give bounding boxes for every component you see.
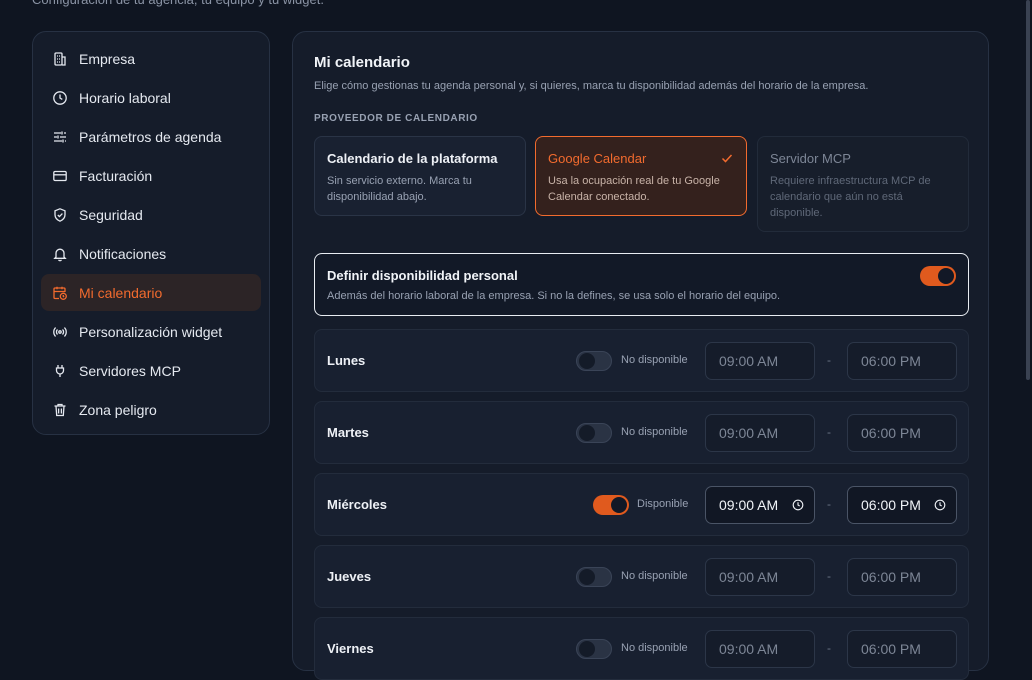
day-status: No disponible — [621, 354, 688, 366]
personal-availability-description: Además del horario laboral de la empresa… — [327, 290, 781, 302]
provider-section-label: PROVEEDOR DE CALENDARIO — [314, 113, 478, 124]
settings-sidebar: Empresa Horario laboral Parámetros de ag… — [32, 31, 270, 435]
day-toggle[interactable] — [576, 639, 612, 659]
clock-icon[interactable] — [792, 499, 804, 511]
trash-icon — [52, 402, 68, 418]
sidebar-item-servidores-mcp[interactable]: Servidores MCP — [41, 352, 261, 389]
time-separator: - — [827, 641, 831, 655]
sidebar-item-label: Personalización widget — [79, 323, 223, 340]
time-separator: - — [827, 425, 831, 439]
sidebar-item-mi-calendario[interactable]: Mi calendario — [41, 274, 261, 311]
check-icon — [721, 154, 733, 163]
day-row-miercoles: Miércoles Disponible 09:00 AM - 06:00 PM — [314, 473, 969, 536]
sidebar-item-zona-peligro[interactable]: Zona peligro — [41, 391, 261, 428]
calendar-settings-panel: Mi calendario Elige cómo gestionas tu ag… — [292, 31, 989, 680]
start-time-field[interactable]: 09:00 AM — [705, 558, 815, 596]
day-status: No disponible — [621, 642, 688, 654]
provider-description: Requiere infraestructura MCP de calendar… — [770, 175, 931, 219]
end-time-field[interactable]: 06:00 PM — [847, 630, 957, 668]
page-subtitle: Configuración de tu agencia, tu equipo y… — [32, 0, 324, 8]
credit-card-icon — [52, 168, 68, 184]
start-time-field[interactable]: 09:00 AM — [705, 414, 815, 452]
sidebar-item-label: Mi calendario — [79, 284, 163, 301]
plug-icon — [52, 363, 68, 379]
day-row-martes: Martes No disponible 09:00 AM - 06:00 PM — [314, 401, 969, 464]
end-time-field[interactable]: 06:00 PM — [847, 342, 957, 380]
personal-availability-box: Definir disponibilidad personal Además d… — [314, 253, 969, 316]
toggle-knob — [938, 268, 954, 284]
provider-option-platform[interactable]: Calendario de la plataforma Sin servicio… — [314, 136, 526, 216]
day-toggle[interactable] — [576, 351, 612, 371]
sidebar-item-label: Facturación — [79, 167, 153, 184]
start-time-field[interactable]: 09:00 AM — [705, 630, 815, 668]
day-status: Disponible — [637, 498, 689, 510]
time-separator: - — [827, 569, 831, 583]
provider-description: Sin servicio externo. Marca tu disponibi… — [327, 175, 472, 203]
start-time-value: 09:00 AM — [719, 497, 779, 513]
bell-icon — [52, 246, 68, 262]
toggle-knob — [579, 425, 595, 441]
building-icon — [52, 51, 68, 67]
shield-check-icon — [52, 207, 68, 223]
toggle-knob — [611, 497, 627, 513]
calendar-clock-icon — [52, 285, 68, 301]
day-toggle[interactable] — [576, 423, 612, 443]
sidebar-item-label: Seguridad — [79, 206, 143, 223]
sidebar-item-facturacion[interactable]: Facturación — [41, 157, 261, 194]
provider-option-google[interactable]: Google Calendar Usa la ocupación real de… — [535, 136, 747, 216]
day-name: Lunes — [327, 353, 366, 368]
sidebar-item-notificaciones[interactable]: Notificaciones — [41, 235, 261, 272]
personal-availability-title: Definir disponibilidad personal — [327, 268, 518, 283]
panel-title: Mi calendario — [314, 54, 410, 71]
broadcast-icon — [52, 324, 68, 340]
provider-title: Servidor MCP — [770, 151, 851, 166]
day-row-lunes: Lunes No disponible 09:00 AM - 06:00 PM — [314, 329, 969, 392]
sidebar-item-label: Notificaciones — [79, 245, 167, 262]
sidebar-item-label: Parámetros de agenda — [79, 128, 222, 145]
sidebar-item-personalizacion-widget[interactable]: Personalización widget — [41, 313, 261, 350]
end-time-field[interactable]: 06:00 PM — [847, 558, 957, 596]
personal-availability-toggle[interactable] — [920, 266, 956, 286]
panel-description: Elige cómo gestionas tu agenda personal … — [314, 80, 869, 92]
provider-option-mcp: Servidor MCP Requiere infraestructura MC… — [757, 136, 969, 232]
day-row-viernes: Viernes No disponible 09:00 AM - 06:00 P… — [314, 617, 969, 680]
sidebar-item-label: Horario laboral — [79, 89, 171, 106]
clock-icon — [52, 90, 68, 106]
sliders-icon — [52, 129, 68, 145]
start-time-field[interactable]: 09:00 AM — [705, 342, 815, 380]
day-row-jueves: Jueves No disponible 09:00 AM - 06:00 PM — [314, 545, 969, 608]
day-toggle[interactable] — [576, 567, 612, 587]
end-time-field[interactable]: 06:00 PM — [847, 486, 957, 524]
sidebar-item-parametros-agenda[interactable]: Parámetros de agenda — [41, 118, 261, 155]
day-toggle[interactable] — [593, 495, 629, 515]
sidebar-item-horario-laboral[interactable]: Horario laboral — [41, 79, 261, 116]
clock-icon[interactable] — [934, 499, 946, 511]
day-name: Viernes — [327, 641, 374, 656]
provider-description: Usa la ocupación real de tu Google Calen… — [548, 175, 720, 203]
toggle-knob — [579, 569, 595, 585]
time-separator: - — [827, 497, 831, 511]
day-name: Martes — [327, 425, 369, 440]
sidebar-item-label: Empresa — [79, 50, 136, 67]
sidebar-item-seguridad[interactable]: Seguridad — [41, 196, 261, 233]
toggle-knob — [579, 353, 595, 369]
day-status: No disponible — [621, 570, 688, 582]
time-separator: - — [827, 353, 831, 367]
start-time-field[interactable]: 09:00 AM — [705, 486, 815, 524]
provider-title: Calendario de la plataforma — [327, 151, 498, 166]
sidebar-item-label: Zona peligro — [79, 401, 157, 418]
day-name: Jueves — [327, 569, 372, 584]
page-scrollbar[interactable] — [1026, 0, 1030, 380]
day-name: Miércoles — [327, 497, 387, 512]
day-status: No disponible — [621, 426, 688, 438]
end-time-field[interactable]: 06:00 PM — [847, 414, 957, 452]
toggle-knob — [579, 641, 595, 657]
sidebar-item-empresa[interactable]: Empresa — [41, 40, 261, 77]
end-time-value: 06:00 PM — [861, 497, 921, 513]
provider-title: Google Calendar — [548, 151, 647, 166]
sidebar-item-label: Servidores MCP — [79, 362, 181, 379]
